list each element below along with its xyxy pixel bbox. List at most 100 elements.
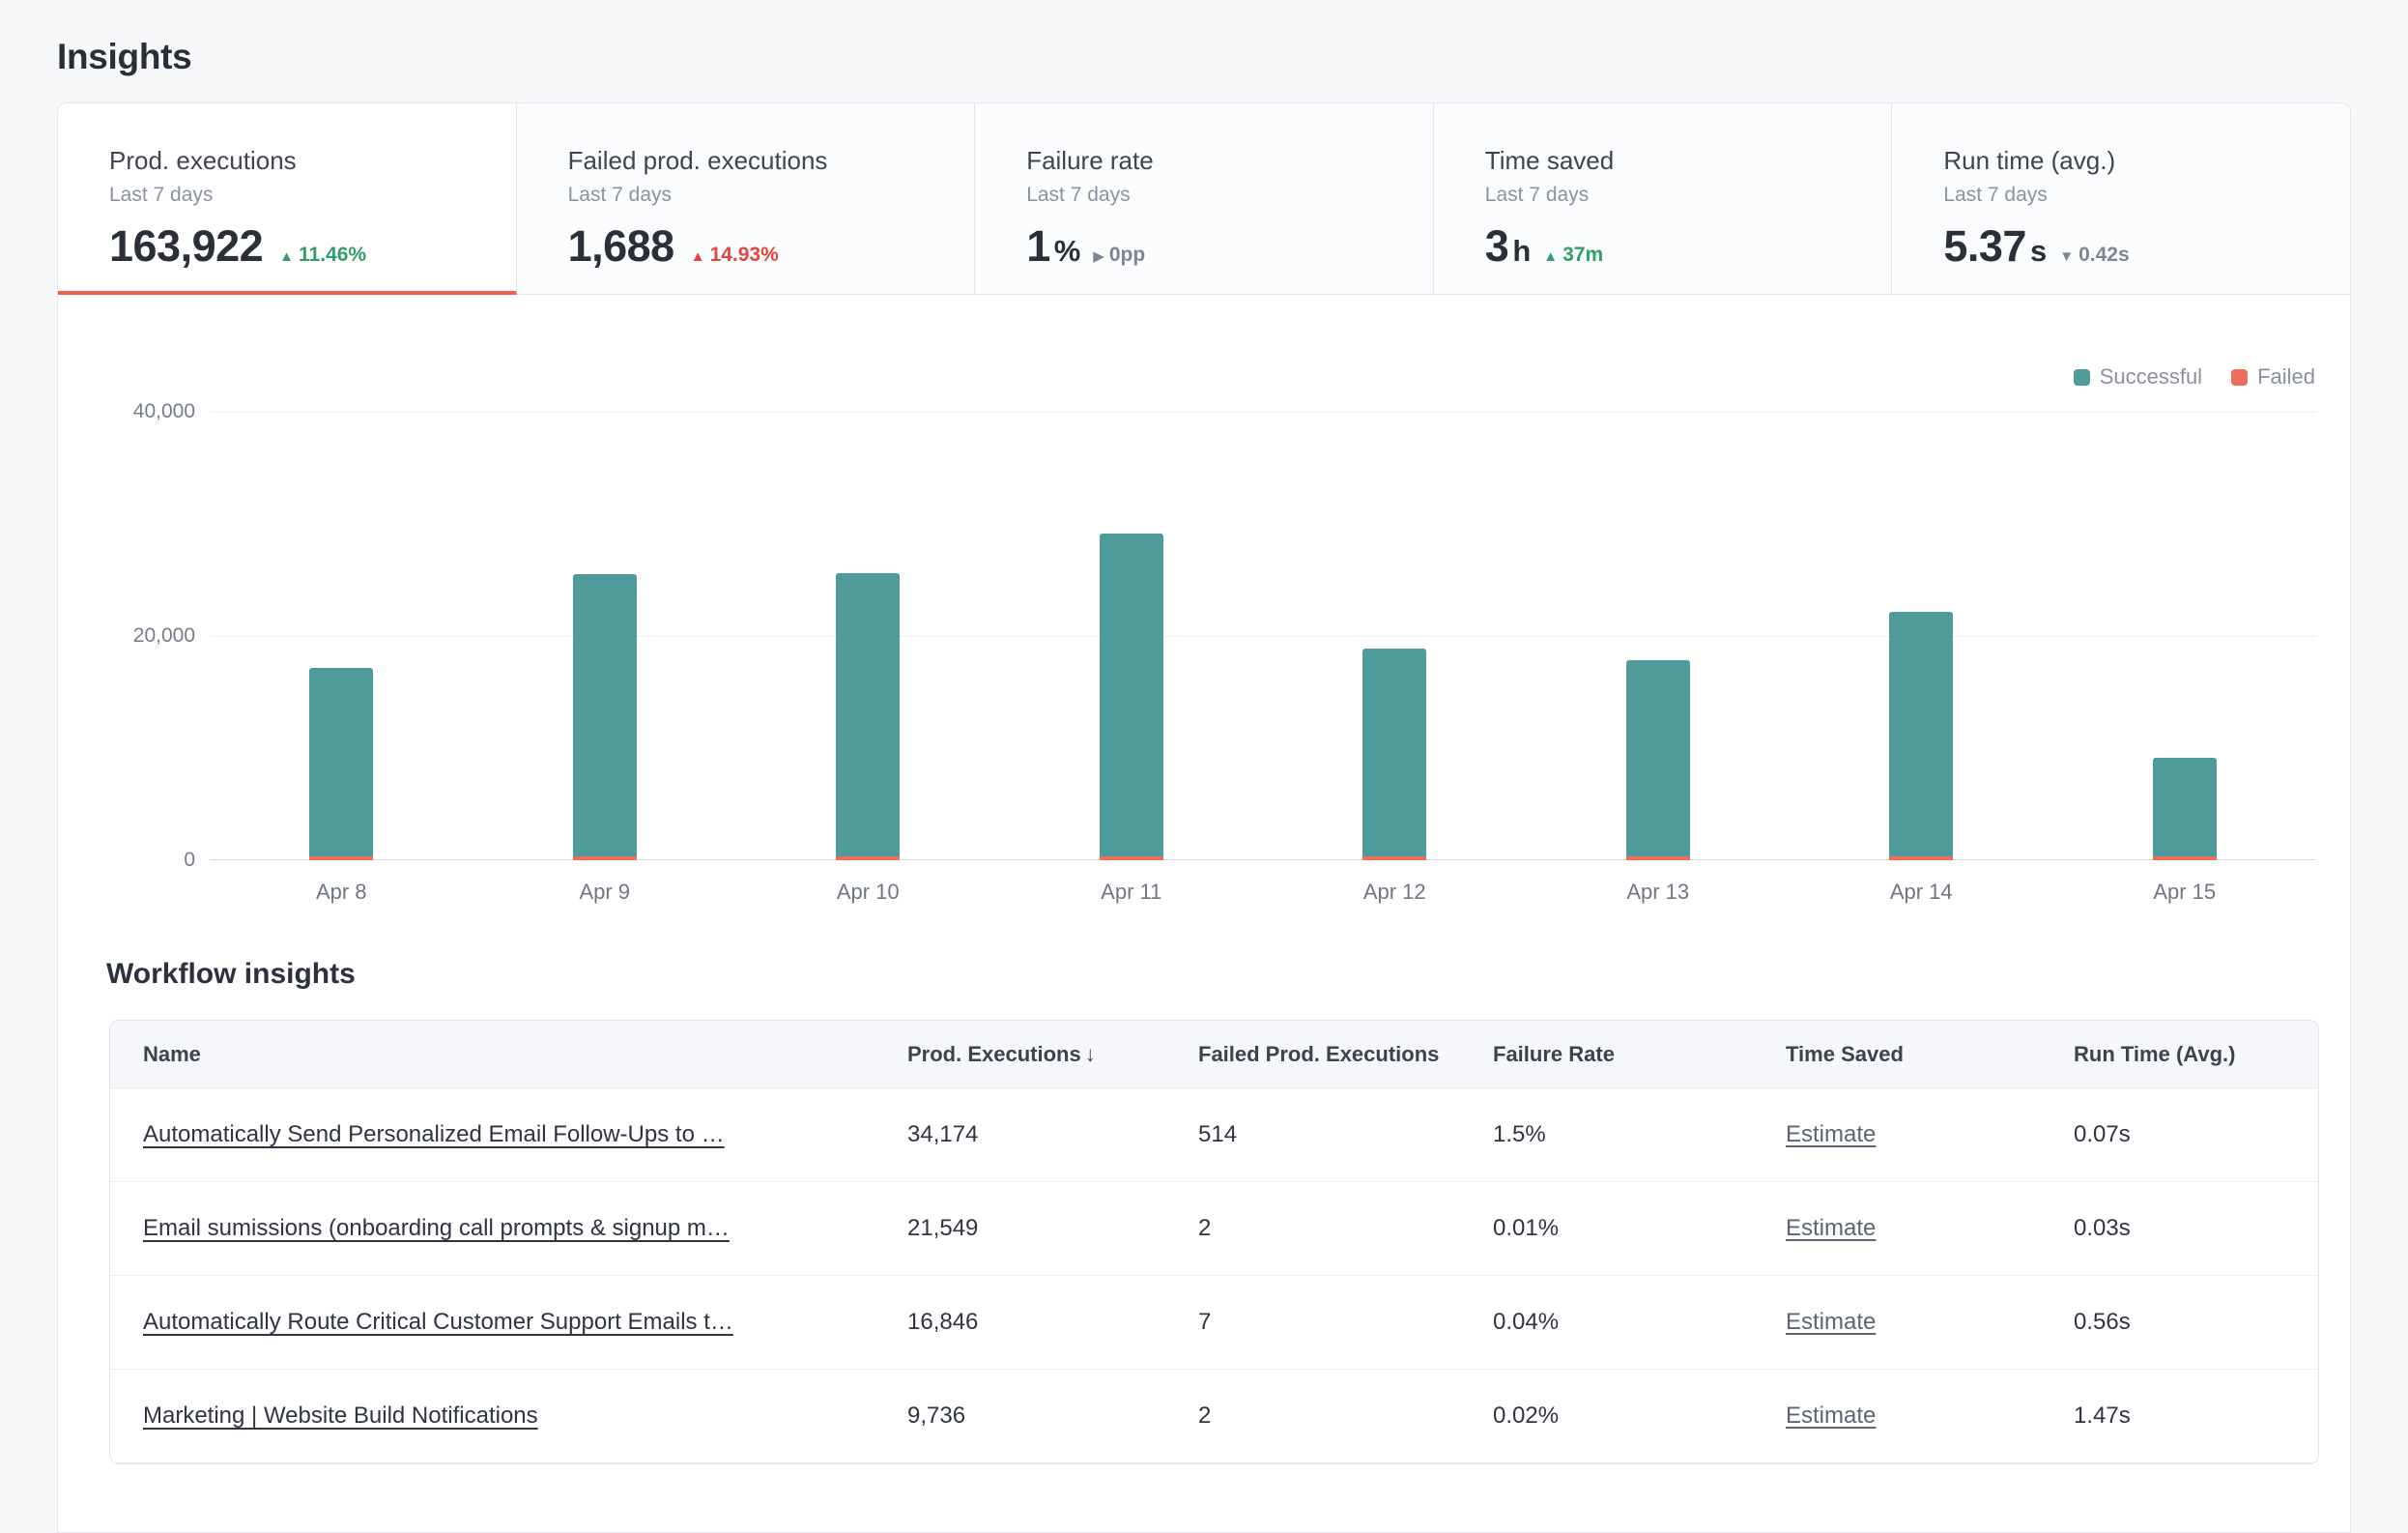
column-header-run-time[interactable]: Run Time (Avg.): [2074, 1042, 2318, 1067]
prod-executions-value: 9,736: [907, 1403, 1198, 1430]
metric-card-failed-executions[interactable]: Failed prod. executions Last 7 days 1,68…: [517, 103, 976, 295]
failure-rate-value: 0.02%: [1493, 1403, 1786, 1430]
metric-delta: ▶0pp: [1093, 244, 1145, 267]
metric-card-failure-rate[interactable]: Failure rate Last 7 days 1 % ▶0pp: [975, 103, 1434, 295]
prod-executions-value: 16,846: [907, 1309, 1198, 1336]
workflow-insights-table: Name Prod. Executions↓ Failed Prod. Exec…: [109, 1020, 2319, 1464]
bar-group: [2053, 412, 2317, 860]
prod-executions-value: 21,549: [907, 1215, 1198, 1242]
estimate-link[interactable]: Estimate: [1786, 1121, 1876, 1147]
table-row: Automatically Send Personalized Email Fo…: [110, 1088, 2318, 1182]
metric-card-run-time[interactable]: Run time (avg.) Last 7 days 5.37 s ▼0.42…: [1892, 103, 2350, 295]
metric-period: Last 7 days: [568, 184, 975, 207]
run-time-value: 1.47s: [2074, 1403, 2318, 1430]
bar-group: [1790, 412, 2053, 860]
bar-segment-successful: [1889, 612, 1953, 856]
workflow-name-link[interactable]: Automatically Route Critical Customer Su…: [143, 1309, 733, 1335]
bar-apr-15[interactable]: [2153, 412, 2217, 860]
table-header-row: Name Prod. Executions↓ Failed Prod. Exec…: [110, 1021, 2318, 1088]
failed-swatch-icon: [2231, 369, 2248, 386]
metric-unit: %: [1054, 234, 1081, 269]
bar-segment-failed: [1626, 856, 1690, 860]
metric-value-row: 5.37 s ▼0.42s: [1943, 221, 2350, 272]
metric-label: Prod. executions: [109, 146, 516, 176]
bar-segment-failed: [1889, 856, 1953, 860]
y-axis-tick: 40,000: [133, 400, 195, 423]
metric-label: Failed prod. executions: [568, 146, 975, 176]
failed-executions-value: 2: [1198, 1403, 1493, 1430]
metric-delta-value: 37m: [1562, 244, 1603, 266]
run-time-value: 0.03s: [2074, 1215, 2318, 1242]
metric-delta: ▲37m: [1543, 244, 1603, 267]
y-axis-tick: 20,000: [133, 624, 195, 648]
x-axis-label: Apr 14: [1790, 880, 2053, 905]
trend-up-icon: ▲: [691, 248, 705, 265]
column-header-failed-executions[interactable]: Failed Prod. Executions: [1198, 1042, 1493, 1067]
metric-period: Last 7 days: [109, 184, 516, 207]
metric-label: Run time (avg.): [1943, 146, 2350, 176]
legend-item-successful[interactable]: Successful: [2074, 364, 2202, 390]
column-header-name[interactable]: Name: [110, 1042, 907, 1067]
column-header-prod-executions[interactable]: Prod. Executions↓: [907, 1042, 1198, 1067]
failure-rate-value: 1.5%: [1493, 1121, 1786, 1148]
trend-flat-icon: ▶: [1093, 248, 1104, 265]
estimate-link[interactable]: Estimate: [1786, 1215, 1876, 1241]
metric-value: 3: [1485, 221, 1509, 272]
column-header-label: Prod. Executions: [907, 1042, 1081, 1066]
run-time-value: 0.07s: [2074, 1121, 2318, 1148]
run-time-value: 0.56s: [2074, 1309, 2318, 1336]
metric-card-prod-executions[interactable]: Prod. executions Last 7 days 163,922 ▲11…: [58, 103, 517, 295]
bar-segment-successful: [573, 574, 637, 856]
metric-value-row: 163,922 ▲11.46%: [109, 221, 516, 272]
bar-segment-failed: [836, 856, 900, 860]
bar-segment-failed: [2153, 856, 2217, 860]
metric-delta: ▼0.42s: [2059, 244, 2129, 267]
metric-card-time-saved[interactable]: Time saved Last 7 days 3 h ▲37m: [1434, 103, 1893, 295]
executions-chart: Successful Failed 40,000 20,000 0 Apr 8A…: [58, 295, 2350, 923]
chart-bars: [210, 412, 2316, 860]
bar-apr-11[interactable]: [1100, 412, 1163, 860]
legend-label: Failed: [2257, 364, 2315, 390]
bar-group: [1000, 412, 1264, 860]
column-header-failure-rate[interactable]: Failure Rate: [1493, 1042, 1786, 1067]
bar-group: [473, 412, 737, 860]
bar-apr-13[interactable]: [1626, 412, 1690, 860]
metric-delta-value: 11.46%: [299, 244, 366, 266]
bar-apr-9[interactable]: [573, 412, 637, 860]
legend-item-failed[interactable]: Failed: [2231, 364, 2315, 390]
chart-plot: 40,000 20,000 0: [210, 412, 2316, 860]
metric-delta: ▲14.93%: [691, 244, 779, 267]
metric-unit: h: [1512, 234, 1531, 269]
insights-panel: Prod. executions Last 7 days 163,922 ▲11…: [57, 102, 2351, 1533]
table-row: Email sumissions (onboarding call prompt…: [110, 1182, 2318, 1276]
workflow-name-link[interactable]: Email sumissions (onboarding call prompt…: [143, 1215, 730, 1241]
column-header-time-saved[interactable]: Time Saved: [1786, 1042, 2074, 1067]
workflow-name-link[interactable]: Marketing | Website Build Notifications: [143, 1403, 538, 1429]
bar-apr-12[interactable]: [1362, 412, 1426, 860]
table-row: Marketing | Website Build Notifications …: [110, 1370, 2318, 1463]
metric-period: Last 7 days: [1485, 184, 1892, 207]
table-row: Automatically Route Critical Customer Su…: [110, 1276, 2318, 1370]
page-title: Insights: [57, 0, 2351, 77]
bar-segment-successful: [2153, 758, 2217, 856]
estimate-link[interactable]: Estimate: [1786, 1309, 1876, 1335]
x-axis-label: Apr 12: [1263, 880, 1527, 905]
bar-segment-successful: [836, 573, 900, 856]
bar-segment-failed: [573, 856, 637, 860]
bar-apr-14[interactable]: [1889, 412, 1953, 860]
metric-value-row: 3 h ▲37m: [1485, 221, 1892, 272]
workflow-name-link[interactable]: Automatically Send Personalized Email Fo…: [143, 1121, 725, 1147]
bar-apr-10[interactable]: [836, 412, 900, 860]
metric-period: Last 7 days: [1943, 184, 2350, 207]
bar-group: [736, 412, 1000, 860]
bar-apr-8[interactable]: [309, 412, 373, 860]
x-axis-label: Apr 13: [1527, 880, 1791, 905]
bar-segment-successful: [1362, 649, 1426, 856]
insights-page: Insights Prod. executions Last 7 days 16…: [0, 0, 2408, 1533]
estimate-link[interactable]: Estimate: [1786, 1403, 1876, 1429]
x-axis-label: Apr 11: [1000, 880, 1264, 905]
bar-group: [1527, 412, 1791, 860]
failed-executions-value: 2: [1198, 1215, 1493, 1242]
x-axis-label: Apr 15: [2053, 880, 2317, 905]
chart-xlabels: Apr 8Apr 9Apr 10Apr 11Apr 12Apr 13Apr 14…: [210, 880, 2316, 905]
